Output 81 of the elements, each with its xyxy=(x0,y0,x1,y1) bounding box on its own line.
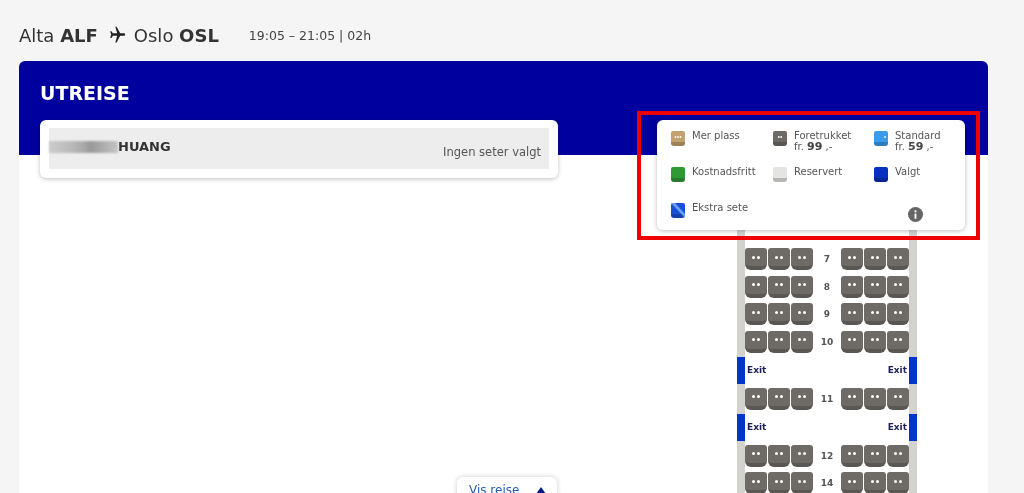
seat[interactable] xyxy=(841,330,863,353)
seat-legend-icon xyxy=(671,131,685,146)
seat[interactable] xyxy=(745,248,767,270)
seat[interactable] xyxy=(768,303,790,325)
seat[interactable] xyxy=(864,472,886,493)
row-number: 11 xyxy=(819,393,835,404)
seat[interactable] xyxy=(864,275,886,298)
seat[interactable] xyxy=(841,444,863,467)
seat[interactable] xyxy=(791,472,813,493)
caret-icon xyxy=(535,485,548,493)
seat[interactable] xyxy=(841,387,863,410)
seat[interactable] xyxy=(791,444,813,467)
legend-label: Valgt xyxy=(895,166,921,177)
seat[interactable] xyxy=(887,303,909,325)
legend-label: Kostnadsfritt xyxy=(692,166,756,177)
seat-legend-icon xyxy=(671,167,685,182)
seat[interactable] xyxy=(791,330,813,353)
exit-label: Exit xyxy=(886,365,908,375)
seat[interactable] xyxy=(887,444,909,467)
row-number: 9 xyxy=(822,309,832,319)
seat[interactable] xyxy=(887,387,909,410)
seat[interactable] xyxy=(864,444,886,467)
passenger-row[interactable]: HUANG Ingen seter valgt xyxy=(49,128,549,169)
seat[interactable] xyxy=(864,387,886,410)
seat[interactable] xyxy=(768,330,790,353)
row-number: 7 xyxy=(822,254,832,264)
seat[interactable] xyxy=(864,303,886,325)
seat[interactable] xyxy=(791,275,813,298)
seat[interactable] xyxy=(841,275,863,298)
seat[interactable] xyxy=(791,387,813,410)
seat-status: Ingen seter valgt xyxy=(443,145,541,159)
row-number: 8 xyxy=(822,281,832,292)
seat-legend-icon xyxy=(773,131,787,146)
seat[interactable] xyxy=(887,248,909,270)
seat[interactable] xyxy=(745,303,767,325)
flight-time: 19:05 – 21:05 | 02h xyxy=(248,27,372,43)
seat-legend-icon xyxy=(874,131,888,146)
row-number: 14 xyxy=(819,478,835,488)
seat[interactable] xyxy=(745,472,767,493)
seat[interactable] xyxy=(791,248,813,270)
blurred-name-block xyxy=(49,141,118,153)
seat[interactable] xyxy=(841,303,863,325)
exit-label: Exit xyxy=(746,365,768,375)
row-number: 12 xyxy=(819,450,835,461)
seat[interactable] xyxy=(887,472,909,493)
exit-label: Exit xyxy=(746,422,768,432)
legend-label: Ekstra sete xyxy=(692,202,749,213)
seat-legend-icon xyxy=(773,167,787,182)
passenger-name: HUANG xyxy=(118,139,171,154)
legend-label: Reservert xyxy=(794,166,843,177)
seat[interactable] xyxy=(864,248,886,270)
legend-label: Foretrukket fr. 99 ,- xyxy=(794,130,852,152)
seat[interactable] xyxy=(768,472,790,493)
info-icon[interactable] xyxy=(908,207,923,222)
seat[interactable] xyxy=(745,330,767,353)
seat[interactable] xyxy=(887,275,909,298)
destination-airport: Oslo OSL xyxy=(133,24,219,46)
seat[interactable] xyxy=(745,275,767,298)
seat[interactable] xyxy=(864,330,886,353)
seat[interactable] xyxy=(768,387,790,410)
seat[interactable] xyxy=(768,248,790,270)
row-number: 10 xyxy=(819,336,835,347)
legend-label: Standard fr. 59 ,- xyxy=(895,130,941,152)
seat[interactable] xyxy=(841,248,863,270)
exit-marker xyxy=(909,414,917,441)
seat[interactable] xyxy=(745,387,767,410)
exit-marker xyxy=(737,414,745,441)
seat-legend-icon xyxy=(671,203,685,218)
seat[interactable] xyxy=(841,472,863,493)
seat-legend-icon xyxy=(874,167,888,182)
exit-marker xyxy=(737,357,745,384)
seat[interactable] xyxy=(745,444,767,467)
legend-label: Mer plass xyxy=(692,130,740,141)
section-title: UTREISE xyxy=(40,81,131,106)
exit-marker xyxy=(909,357,917,384)
seat[interactable] xyxy=(791,303,813,325)
seat[interactable] xyxy=(768,444,790,467)
origin-airport: Alta ALF xyxy=(19,24,98,46)
exit-label: Exit xyxy=(886,422,908,432)
seat[interactable] xyxy=(887,330,909,353)
seat[interactable] xyxy=(768,275,790,298)
